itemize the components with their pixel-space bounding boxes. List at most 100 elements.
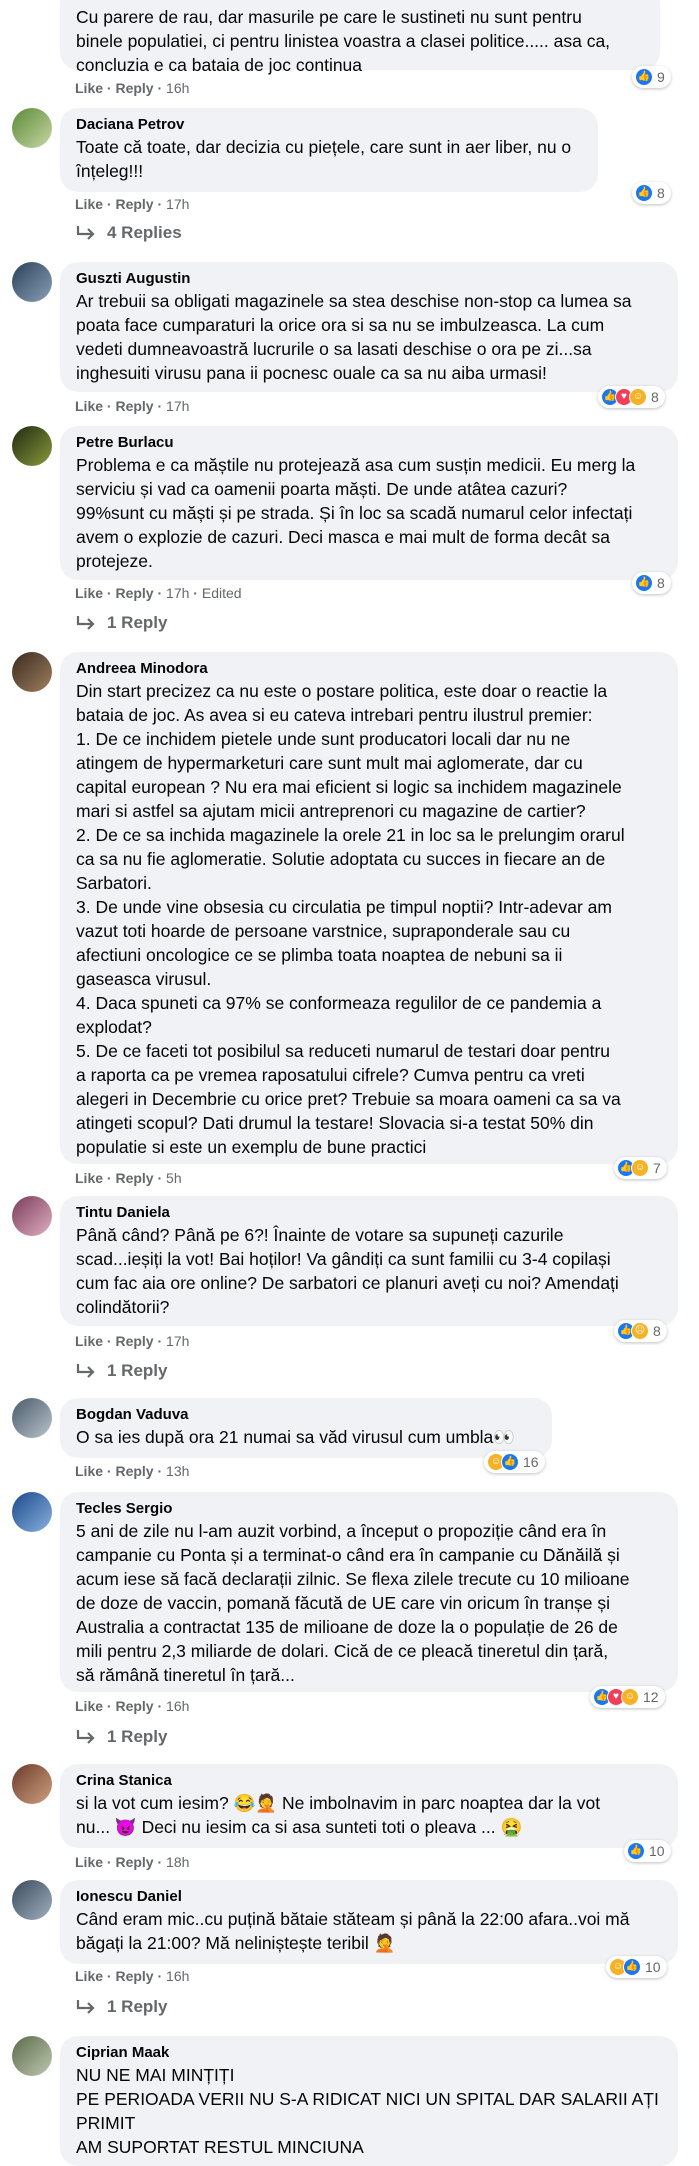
avatar[interactable]: [12, 1880, 52, 1920]
comment-author[interactable]: Ionescu Daniel: [76, 1887, 666, 1907]
comment-bubble: Daciana Petrov Toate că toate, dar deciz…: [60, 108, 598, 192]
reply-link[interactable]: Reply: [115, 196, 153, 212]
comment-author[interactable]: Crina Stanica: [76, 1771, 666, 1791]
reply-link[interactable]: Reply: [115, 1698, 153, 1714]
view-replies-link[interactable]: 1 Reply: [75, 612, 167, 634]
haha-reaction-icon: ☺: [629, 388, 647, 406]
reaction-count: 8: [657, 185, 665, 201]
like-link[interactable]: Like: [75, 1698, 103, 1714]
view-replies-link[interactable]: 1 Reply: [75, 1360, 167, 1382]
view-replies-link[interactable]: 4 Replies: [75, 222, 182, 244]
reaction-count: 8: [651, 389, 659, 405]
like-reaction-icon: 👍: [635, 184, 653, 202]
comment-author[interactable]: Guszti Augustin: [76, 269, 666, 289]
comment-text: Toate că toate, dar decizia cu piețele, …: [76, 137, 572, 181]
comment-bubble: Tintu Daniela Până când? Până pe 6?! Îna…: [60, 1196, 678, 1326]
reaction-summary[interactable]: 👍 ♥ ☺ 8: [598, 386, 665, 408]
view-replies-link[interactable]: 1 Reply: [75, 1726, 167, 1748]
reply-link[interactable]: Reply: [115, 1170, 153, 1186]
reply-link[interactable]: Reply: [115, 1333, 153, 1349]
timestamp[interactable]: 17h: [166, 398, 189, 414]
like-link[interactable]: Like: [75, 1968, 103, 1984]
reaction-summary[interactable]: 👍 ☺ 7: [614, 1157, 667, 1179]
comment-text: NU NE MAI MINȚIȚI PE PERIOADA VERII NU S…: [76, 2065, 659, 2157]
like-link[interactable]: Like: [75, 1170, 103, 1186]
view-replies-link[interactable]: 1 Reply: [75, 1996, 167, 2018]
comment-actions: Like · Reply · 17h: [75, 398, 190, 414]
reaction-summary[interactable]: 👍 ♥ ☺ 12: [590, 1686, 665, 1708]
reaction-summary[interactable]: 👍 8: [632, 572, 671, 594]
avatar[interactable]: [12, 1764, 52, 1804]
comment-author[interactable]: Andreea Minodora: [76, 659, 666, 679]
timestamp[interactable]: 5h: [166, 1170, 182, 1186]
comment-actions: Like · Reply · 13h: [75, 1463, 190, 1479]
sad-reaction-icon: ☹: [631, 1322, 649, 1340]
avatar[interactable]: [12, 1398, 52, 1438]
timestamp[interactable]: 17h: [166, 196, 189, 212]
comment-bubble: Ciprian Maak NU NE MAI MINȚIȚI PE PERIOA…: [60, 2036, 678, 2166]
comment-bubble: Andreea Minodora Din start precizez ca n…: [60, 652, 678, 1164]
reaction-count: 10: [645, 1959, 661, 1975]
like-reaction-icon: 👍: [635, 574, 653, 592]
comment-author[interactable]: Bogdan Vaduva: [76, 1405, 540, 1425]
timestamp[interactable]: 16h: [166, 80, 189, 96]
comment-author[interactable]: Ciprian Maak: [76, 2043, 666, 2063]
comment-author[interactable]: Petre Burlacu: [76, 433, 666, 453]
avatar[interactable]: [12, 1196, 52, 1236]
comment-bubble: Crina Stanica si la vot cum iesim? 😂🤦 Ne…: [60, 1764, 678, 1848]
reply-link[interactable]: Reply: [115, 80, 153, 96]
avatar[interactable]: [12, 262, 52, 302]
reaction-summary[interactable]: ☺ 👍 16: [484, 1451, 545, 1473]
comment-author[interactable]: Daciana Petrov: [76, 115, 586, 135]
like-reaction-icon: 👍: [635, 68, 653, 86]
reply-link[interactable]: Reply: [115, 398, 153, 414]
comment-text: Din start precizez ca nu este o postare …: [76, 681, 625, 1157]
reaction-count: 8: [657, 575, 665, 591]
replies-count: 1 Reply: [107, 1727, 168, 1746]
reaction-summary[interactable]: 👍 ☹ 8: [614, 1320, 667, 1342]
comment-actions: Like · Reply · 17h · Edited: [75, 585, 242, 601]
avatar[interactable]: [12, 1492, 52, 1532]
reaction-summary[interactable]: ☺ 👍 10: [606, 1956, 667, 1978]
like-link[interactable]: Like: [75, 398, 103, 414]
comment-text: si la vot cum iesim? 😂🤦 Ne imbolnavim in…: [76, 1793, 601, 1837]
reply-arrow-icon: [76, 616, 95, 630]
reply-link[interactable]: Reply: [115, 1463, 153, 1479]
comment-actions: Like · Reply · 18h: [75, 1854, 190, 1870]
avatar[interactable]: [12, 652, 52, 692]
reaction-count: 12: [643, 1689, 659, 1705]
reply-link[interactable]: Reply: [115, 585, 153, 601]
reaction-summary[interactable]: 👍 9: [632, 66, 671, 88]
comment-actions: Like · Reply · 17h: [75, 196, 190, 212]
edited-label[interactable]: Edited: [202, 585, 242, 601]
like-reaction-icon: 👍: [501, 1453, 519, 1471]
like-link[interactable]: Like: [75, 196, 103, 212]
avatar[interactable]: [12, 426, 52, 466]
comment-bubble: Petre Burlacu Problema e ca măștile nu p…: [60, 426, 678, 580]
reaction-count: 7: [653, 1160, 661, 1176]
timestamp[interactable]: 17h: [166, 1333, 189, 1349]
timestamp[interactable]: 18h: [166, 1854, 189, 1870]
comment-author[interactable]: Tintu Daniela: [76, 1203, 666, 1223]
like-link[interactable]: Like: [75, 1463, 103, 1479]
replies-count: 1 Reply: [107, 613, 168, 632]
comment-actions: Like · Reply · 17h: [75, 1333, 190, 1349]
reaction-summary[interactable]: 👍 10: [624, 1840, 671, 1862]
timestamp[interactable]: 17h: [166, 585, 189, 601]
comment-bubble: Ionescu Daniel Când eram mic..cu puțină …: [60, 1880, 678, 1964]
avatar[interactable]: [12, 108, 52, 148]
comment-author[interactable]: Tecles Sergio: [76, 1499, 666, 1519]
timestamp[interactable]: 16h: [166, 1698, 189, 1714]
reply-link[interactable]: Reply: [115, 1854, 153, 1870]
like-link[interactable]: Like: [75, 80, 103, 96]
comment-bubble: Tecles Sergio 5 ani de zile nu l-am auzi…: [60, 1492, 678, 1692]
comment-text: Problema e ca măștile nu protejează asa …: [76, 455, 636, 571]
timestamp[interactable]: 13h: [166, 1463, 189, 1479]
timestamp[interactable]: 16h: [166, 1968, 189, 1984]
reply-link[interactable]: Reply: [115, 1968, 153, 1984]
reaction-summary[interactable]: 👍 8: [632, 182, 671, 204]
like-link[interactable]: Like: [75, 585, 103, 601]
like-link[interactable]: Like: [75, 1854, 103, 1870]
avatar[interactable]: [12, 2036, 52, 2076]
like-link[interactable]: Like: [75, 1333, 103, 1349]
